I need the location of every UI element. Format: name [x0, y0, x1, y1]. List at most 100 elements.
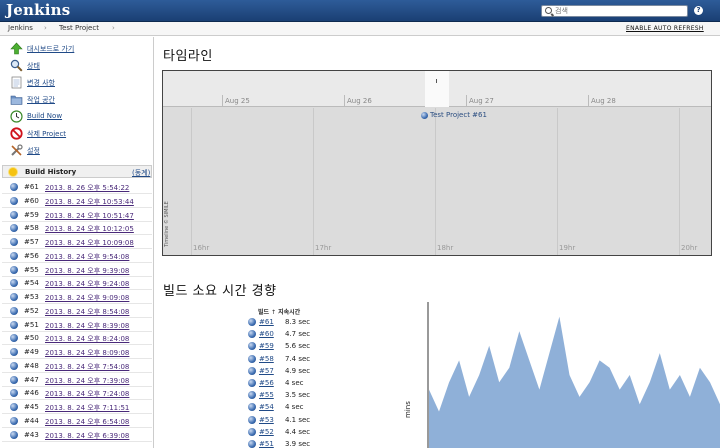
build-duration-trend-title: 빌드 소요 시간 경향	[163, 284, 277, 299]
build-history-row[interactable]: #49 2013. 8. 24 오후 8:09:08	[2, 345, 152, 359]
trend-build-link[interactable]: #51	[259, 440, 274, 448]
col-duration-label[interactable]: 지속시간	[278, 309, 300, 316]
build-history-row[interactable]: #53 2013. 8. 24 오후 9:09:08	[2, 290, 152, 304]
build-history-row[interactable]: #47 2013. 8. 24 오후 7:39:08	[2, 373, 152, 387]
build-date-link[interactable]: 2013. 8. 24 오후 9:39:08	[45, 266, 129, 276]
enable-auto-refresh-link[interactable]: ENABLE AUTO REFRESH	[626, 25, 704, 32]
trend-build-link[interactable]: #53	[259, 416, 274, 424]
trend-duration: 4.7 sec	[285, 330, 311, 339]
breadcrumb-test-project[interactable]: Test Project	[59, 24, 99, 32]
trend-build-link[interactable]: #60	[259, 330, 274, 338]
timeline-day-label: Aug 26	[344, 95, 372, 107]
build-history-row[interactable]: #55 2013. 8. 24 오후 9:39:08	[2, 263, 152, 277]
build-history-row[interactable]: #56 2013. 8. 24 오후 9:54:08	[2, 249, 152, 263]
build-history-row[interactable]: #52 2013. 8. 24 오후 8:54:08	[2, 304, 152, 318]
blue-ball-icon	[10, 251, 18, 260]
trend-build-link[interactable]: #54	[259, 403, 274, 411]
trend-duration: 8.3 sec	[285, 318, 311, 326]
chart-y-axis-label: mins	[404, 401, 412, 418]
trend-duration: 3.9 sec	[285, 440, 311, 448]
build-history-row[interactable]: #45 2013. 8. 24 오후 7:11:51	[2, 400, 152, 414]
breadcrumb-jenkins[interactable]: Jenkins	[8, 24, 33, 32]
build-history-row[interactable]: #50 2013. 8. 24 오후 8:24:08	[2, 331, 152, 346]
build-date-link[interactable]: 2013. 8. 24 오후 7:11:51	[45, 403, 129, 413]
trend-build-link[interactable]: #56	[259, 379, 274, 387]
help-icon[interactable]: ?	[694, 6, 703, 15]
build-date-link[interactable]: 2013. 8. 24 오후 10:12:05	[45, 224, 134, 234]
build-history-row[interactable]: #57 2013. 8. 24 오후 10:09:08	[2, 235, 152, 249]
trend-row: #52 4.4 sec	[248, 426, 328, 438]
build-number: #54	[24, 279, 39, 288]
build-number: #57	[24, 238, 39, 246]
build-history-trend-link[interactable]: (동계)	[132, 168, 150, 178]
build-date-link[interactable]: 2013. 8. 24 오후 8:39:08	[45, 321, 129, 331]
build-date-link[interactable]: 2013. 8. 26 오후 5:54:22	[45, 183, 129, 193]
trend-build-link[interactable]: #57	[259, 367, 274, 375]
timeline-day-band[interactable]: Aug 25 Aug 26 Aug 27 Aug 28	[163, 71, 711, 107]
build-number: #53	[24, 293, 39, 301]
sidebar-item-label: Build Now	[27, 112, 63, 120]
build-history-row[interactable]: #60 2013. 8. 24 오후 10:53:44	[2, 194, 152, 208]
build-date-link[interactable]: 2013. 8. 24 오후 8:09:08	[45, 348, 129, 358]
build-history-row[interactable]: #46 2013. 8. 24 오후 7:24:08	[2, 386, 152, 401]
build-history-row[interactable]: #48 2013. 8. 24 오후 7:54:08	[2, 359, 152, 373]
trend-build-link[interactable]: #58	[259, 355, 274, 363]
build-date-link[interactable]: 2013. 8. 24 오후 9:09:08	[45, 293, 129, 303]
build-history-row[interactable]: #61 2013. 8. 26 오후 5:54:22	[2, 180, 152, 194]
build-number: #52	[24, 306, 39, 315]
build-date-link[interactable]: 2013. 8. 24 오후 9:24:08	[45, 279, 129, 289]
build-number: #43	[24, 430, 39, 439]
build-date-link[interactable]: 2013. 8. 24 오후 7:24:08	[45, 389, 129, 399]
trend-build-link[interactable]: #52	[259, 428, 274, 436]
search-box[interactable]	[541, 5, 688, 17]
blue-ball-icon	[10, 210, 18, 219]
build-history-row[interactable]: #43 2013. 8. 24 오후 6:39:08	[2, 428, 152, 442]
build-date-link[interactable]: 2013. 8. 24 오후 6:39:08	[45, 431, 129, 441]
blue-ball-icon	[248, 415, 256, 424]
trend-build-link[interactable]: #59	[259, 342, 274, 350]
build-date-link[interactable]: 2013. 8. 24 오후 10:51:47	[45, 211, 134, 221]
trend-build-link[interactable]: #55	[259, 391, 274, 399]
blue-ball-icon	[10, 306, 18, 315]
timeline-credit: Timeline © SIMILE	[164, 201, 170, 247]
build-number: #48	[24, 361, 39, 370]
build-date-link[interactable]: 2013. 8. 24 오후 9:54:08	[45, 252, 129, 262]
trend-duration: 4 sec	[285, 379, 304, 387]
trend-duration: 4.4 sec	[285, 427, 311, 436]
timeline-widget[interactable]: Aug 25 Aug 26 Aug 27 Aug 28 16hr 17hr 18…	[162, 70, 712, 256]
build-date-link[interactable]: 2013. 8. 24 오후 6:54:08	[45, 417, 129, 427]
blue-ball-icon	[10, 320, 18, 329]
build-history-row[interactable]: #58 2013. 8. 24 오후 10:12:05	[2, 221, 152, 236]
build-date-link[interactable]: 2013. 8. 24 오후 7:54:08	[45, 362, 129, 372]
notepad-icon	[11, 76, 22, 89]
trend-row: #53 4.1 sec	[248, 414, 328, 426]
build-history-row[interactable]: #54 2013. 8. 24 오후 9:24:08	[2, 276, 152, 291]
timeline-gridline	[557, 108, 558, 255]
blue-ball-icon	[248, 342, 256, 351]
build-number: #46	[24, 389, 39, 398]
build-history-row[interactable]: #44 2013. 8. 24 오후 6:54:08	[2, 414, 152, 428]
jenkins-logo[interactable]: Jenkins	[6, 1, 70, 19]
search-input[interactable]	[555, 6, 683, 16]
build-date-link[interactable]: 2013. 8. 24 오후 10:53:44	[45, 197, 134, 207]
timeline-hour-label: 16hr	[193, 244, 210, 252]
timeline-title: 타임라인	[163, 49, 213, 64]
build-date-link[interactable]: 2013. 8. 24 오후 10:09:08	[45, 238, 134, 248]
col-build-label[interactable]: 빌드	[258, 309, 269, 316]
build-history-row[interactable]: #51 2013. 8. 24 오후 8:39:08	[2, 318, 152, 332]
timeline-gridline	[435, 108, 436, 255]
build-history-row[interactable]: #59 2013. 8. 24 오후 10:51:47	[2, 208, 152, 222]
trend-duration: 4.9 sec	[285, 366, 311, 375]
blue-ball-icon	[10, 403, 18, 411]
trend-build-link[interactable]: #61	[259, 318, 274, 326]
build-number: #58	[24, 224, 39, 233]
folder-icon	[10, 95, 23, 105]
build-number: #44	[24, 416, 39, 425]
sidebar: 대시보드로 가기 상태 변경 사항 작업 공간 Build Now 삭제 Pro…	[0, 37, 154, 448]
build-date-link[interactable]: 2013. 8. 24 오후 7:39:08	[45, 376, 129, 386]
build-date-link[interactable]: 2013. 8. 24 오후 8:24:08	[45, 334, 129, 344]
build-number: #56	[24, 251, 39, 260]
trend-row: #57 4.9 sec	[248, 365, 328, 377]
blue-ball-icon	[248, 379, 256, 387]
build-date-link[interactable]: 2013. 8. 24 오후 8:54:08	[45, 307, 129, 317]
